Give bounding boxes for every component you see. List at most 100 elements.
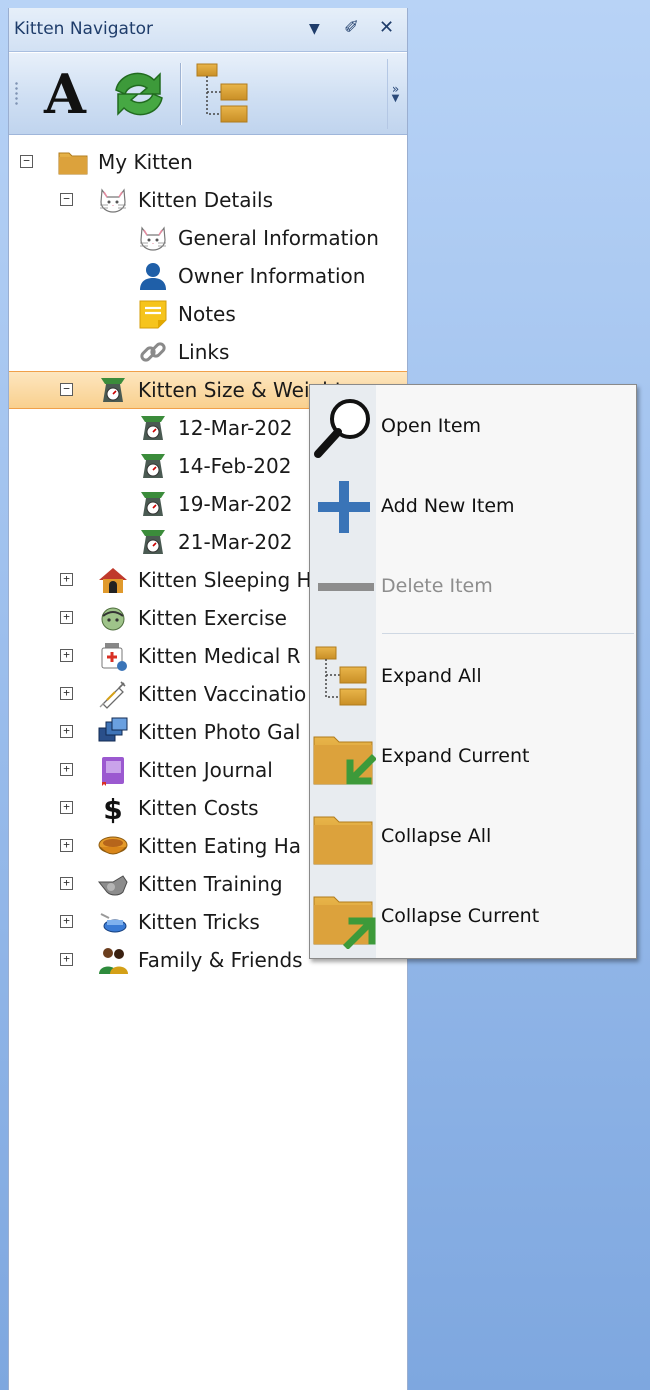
- chain-link-icon: [137, 336, 169, 368]
- scale-icon: [137, 450, 169, 482]
- tree-node-label: My Kitten: [98, 150, 193, 174]
- navigator-toolbar: A » ▼: [9, 53, 407, 135]
- folder-icon: [313, 816, 373, 865]
- cat-face-icon: [97, 184, 129, 216]
- medicine-bottle-icon: [97, 640, 129, 672]
- tree-node-label: Kitten Tricks: [138, 910, 260, 934]
- tree-node-label: 12-Mar-202: [178, 416, 293, 440]
- tree-node-label: 21-Mar-202: [178, 530, 293, 554]
- folder-expand-icon: [313, 736, 376, 785]
- font-button[interactable]: A: [35, 59, 95, 129]
- tree-folders-icon: [193, 62, 257, 126]
- scale-icon: [137, 526, 169, 558]
- tree-node-label: Kitten Vaccinatio: [138, 682, 307, 706]
- collapse-toggle[interactable]: −: [60, 383, 73, 396]
- tree-node-label: Kitten Details: [138, 188, 274, 212]
- menu-item-label: Expand All: [381, 665, 482, 687]
- menu-item-add-new-item[interactable]: Add New Item: [310, 467, 636, 547]
- panel-dropdown-icon[interactable]: ▼: [309, 21, 320, 37]
- menu-separator: [382, 633, 634, 634]
- close-icon[interactable]: ✕: [379, 17, 394, 38]
- collapse-toggle[interactable]: −: [60, 193, 73, 206]
- expand-toggle[interactable]: +: [60, 611, 73, 624]
- tree-node-label: Links: [178, 340, 230, 364]
- sticky-note-icon: [137, 298, 169, 330]
- plus-icon: [318, 481, 370, 533]
- scale-icon: [137, 412, 169, 444]
- tree-node-label: Owner Information: [178, 264, 366, 288]
- tree-node-label: Kitten Exercise: [138, 606, 287, 630]
- toolbar-grip[interactable]: [15, 81, 18, 107]
- tree-node-label: Kitten Photo Gal: [138, 720, 301, 744]
- whistle-icon: [97, 868, 129, 900]
- menu-item-collapse-all[interactable]: Collapse All: [310, 797, 636, 877]
- dollar-icon: [97, 792, 129, 824]
- expand-toggle[interactable]: +: [60, 725, 73, 738]
- journal-icon: [97, 754, 129, 786]
- expand-toggle[interactable]: +: [60, 877, 73, 890]
- menu-item-expand-current[interactable]: Expand Current: [310, 717, 636, 797]
- tree-node-label: Kitten Medical R: [138, 644, 301, 668]
- expand-toggle[interactable]: +: [60, 801, 73, 814]
- panel-titlebar: Kitten Navigator ▼ ✐ ✕: [9, 8, 407, 52]
- expand-toggle[interactable]: +: [60, 649, 73, 662]
- context-menu: Open Item Add New Item Delete Item Expan…: [309, 384, 637, 959]
- tree-node-notes[interactable]: Notes: [9, 295, 407, 333]
- pin-icon[interactable]: ✐: [344, 17, 359, 38]
- exercise-icon: [97, 602, 129, 634]
- expand-toggle[interactable]: +: [60, 915, 73, 928]
- folder-collapse-icon: [313, 896, 376, 949]
- menu-item-label: Collapse Current: [381, 905, 540, 927]
- expand-toggle[interactable]: +: [60, 839, 73, 852]
- tree-node-general-information[interactable]: General Information: [9, 219, 407, 257]
- panel-title: Kitten Navigator: [14, 19, 154, 39]
- expand-toggle[interactable]: +: [60, 763, 73, 776]
- menu-item-label: Collapse All: [381, 825, 492, 847]
- collapse-toggle[interactable]: −: [20, 155, 33, 168]
- folder-icon: [57, 146, 89, 178]
- tree-node-label: Kitten Sleeping H: [138, 568, 312, 592]
- expand-all-tree-icon: [312, 645, 376, 709]
- tree-view-button[interactable]: [191, 59, 259, 129]
- photos-icon: [97, 716, 129, 748]
- scale-icon: [137, 488, 169, 520]
- tree-node-my-kitten[interactable]: − My Kitten: [9, 143, 407, 181]
- tree-node-label: Notes: [178, 302, 236, 326]
- tree-node-label: Kitten Journal: [138, 758, 273, 782]
- family-icon: [97, 944, 129, 976]
- menu-item-label: Open Item: [381, 415, 482, 437]
- toolbar-separator: [180, 63, 181, 125]
- expand-toggle[interactable]: +: [60, 953, 73, 966]
- toolbar-overflow-button[interactable]: » ▼: [387, 59, 403, 129]
- person-icon: [137, 260, 169, 292]
- scale-icon: [97, 374, 129, 406]
- font-icon: A: [44, 62, 86, 126]
- menu-item-collapse-current[interactable]: Collapse Current: [310, 877, 636, 957]
- tree-node-label: Kitten Eating Ha: [138, 834, 302, 858]
- tree-node-label: Family & Friends: [138, 948, 303, 972]
- clicker-icon: [97, 906, 129, 938]
- menu-item-label: Expand Current: [381, 745, 530, 767]
- tree-node-label: General Information: [178, 226, 379, 250]
- refresh-button[interactable]: [105, 59, 173, 129]
- cat-face-icon: [137, 222, 169, 254]
- tree-node-label: Kitten Training: [138, 872, 283, 896]
- menu-item-delete-item[interactable]: Delete Item: [310, 547, 636, 627]
- tree-node-label: Kitten Costs: [138, 796, 259, 820]
- menu-item-open-item[interactable]: Open Item: [310, 387, 636, 467]
- overflow-dropdown-icon: ▼: [391, 93, 400, 104]
- food-bowl-icon: [97, 830, 129, 862]
- menu-item-expand-all[interactable]: Expand All: [310, 637, 636, 717]
- cat-house-icon: [97, 564, 129, 596]
- minus-icon: [318, 583, 374, 591]
- expand-toggle[interactable]: +: [60, 687, 73, 700]
- tree-node-owner-information[interactable]: Owner Information: [9, 257, 407, 295]
- magnifier-icon: [314, 399, 370, 458]
- refresh-icon: [115, 72, 163, 116]
- menu-item-label: Add New Item: [381, 495, 515, 517]
- tree-node-links[interactable]: Links: [9, 333, 407, 371]
- syringe-icon: [97, 678, 129, 710]
- tree-node-kitten-details[interactable]: − Kitten Details: [9, 181, 407, 219]
- tree-node-label: 14-Feb-202: [178, 454, 292, 478]
- expand-toggle[interactable]: +: [60, 573, 73, 586]
